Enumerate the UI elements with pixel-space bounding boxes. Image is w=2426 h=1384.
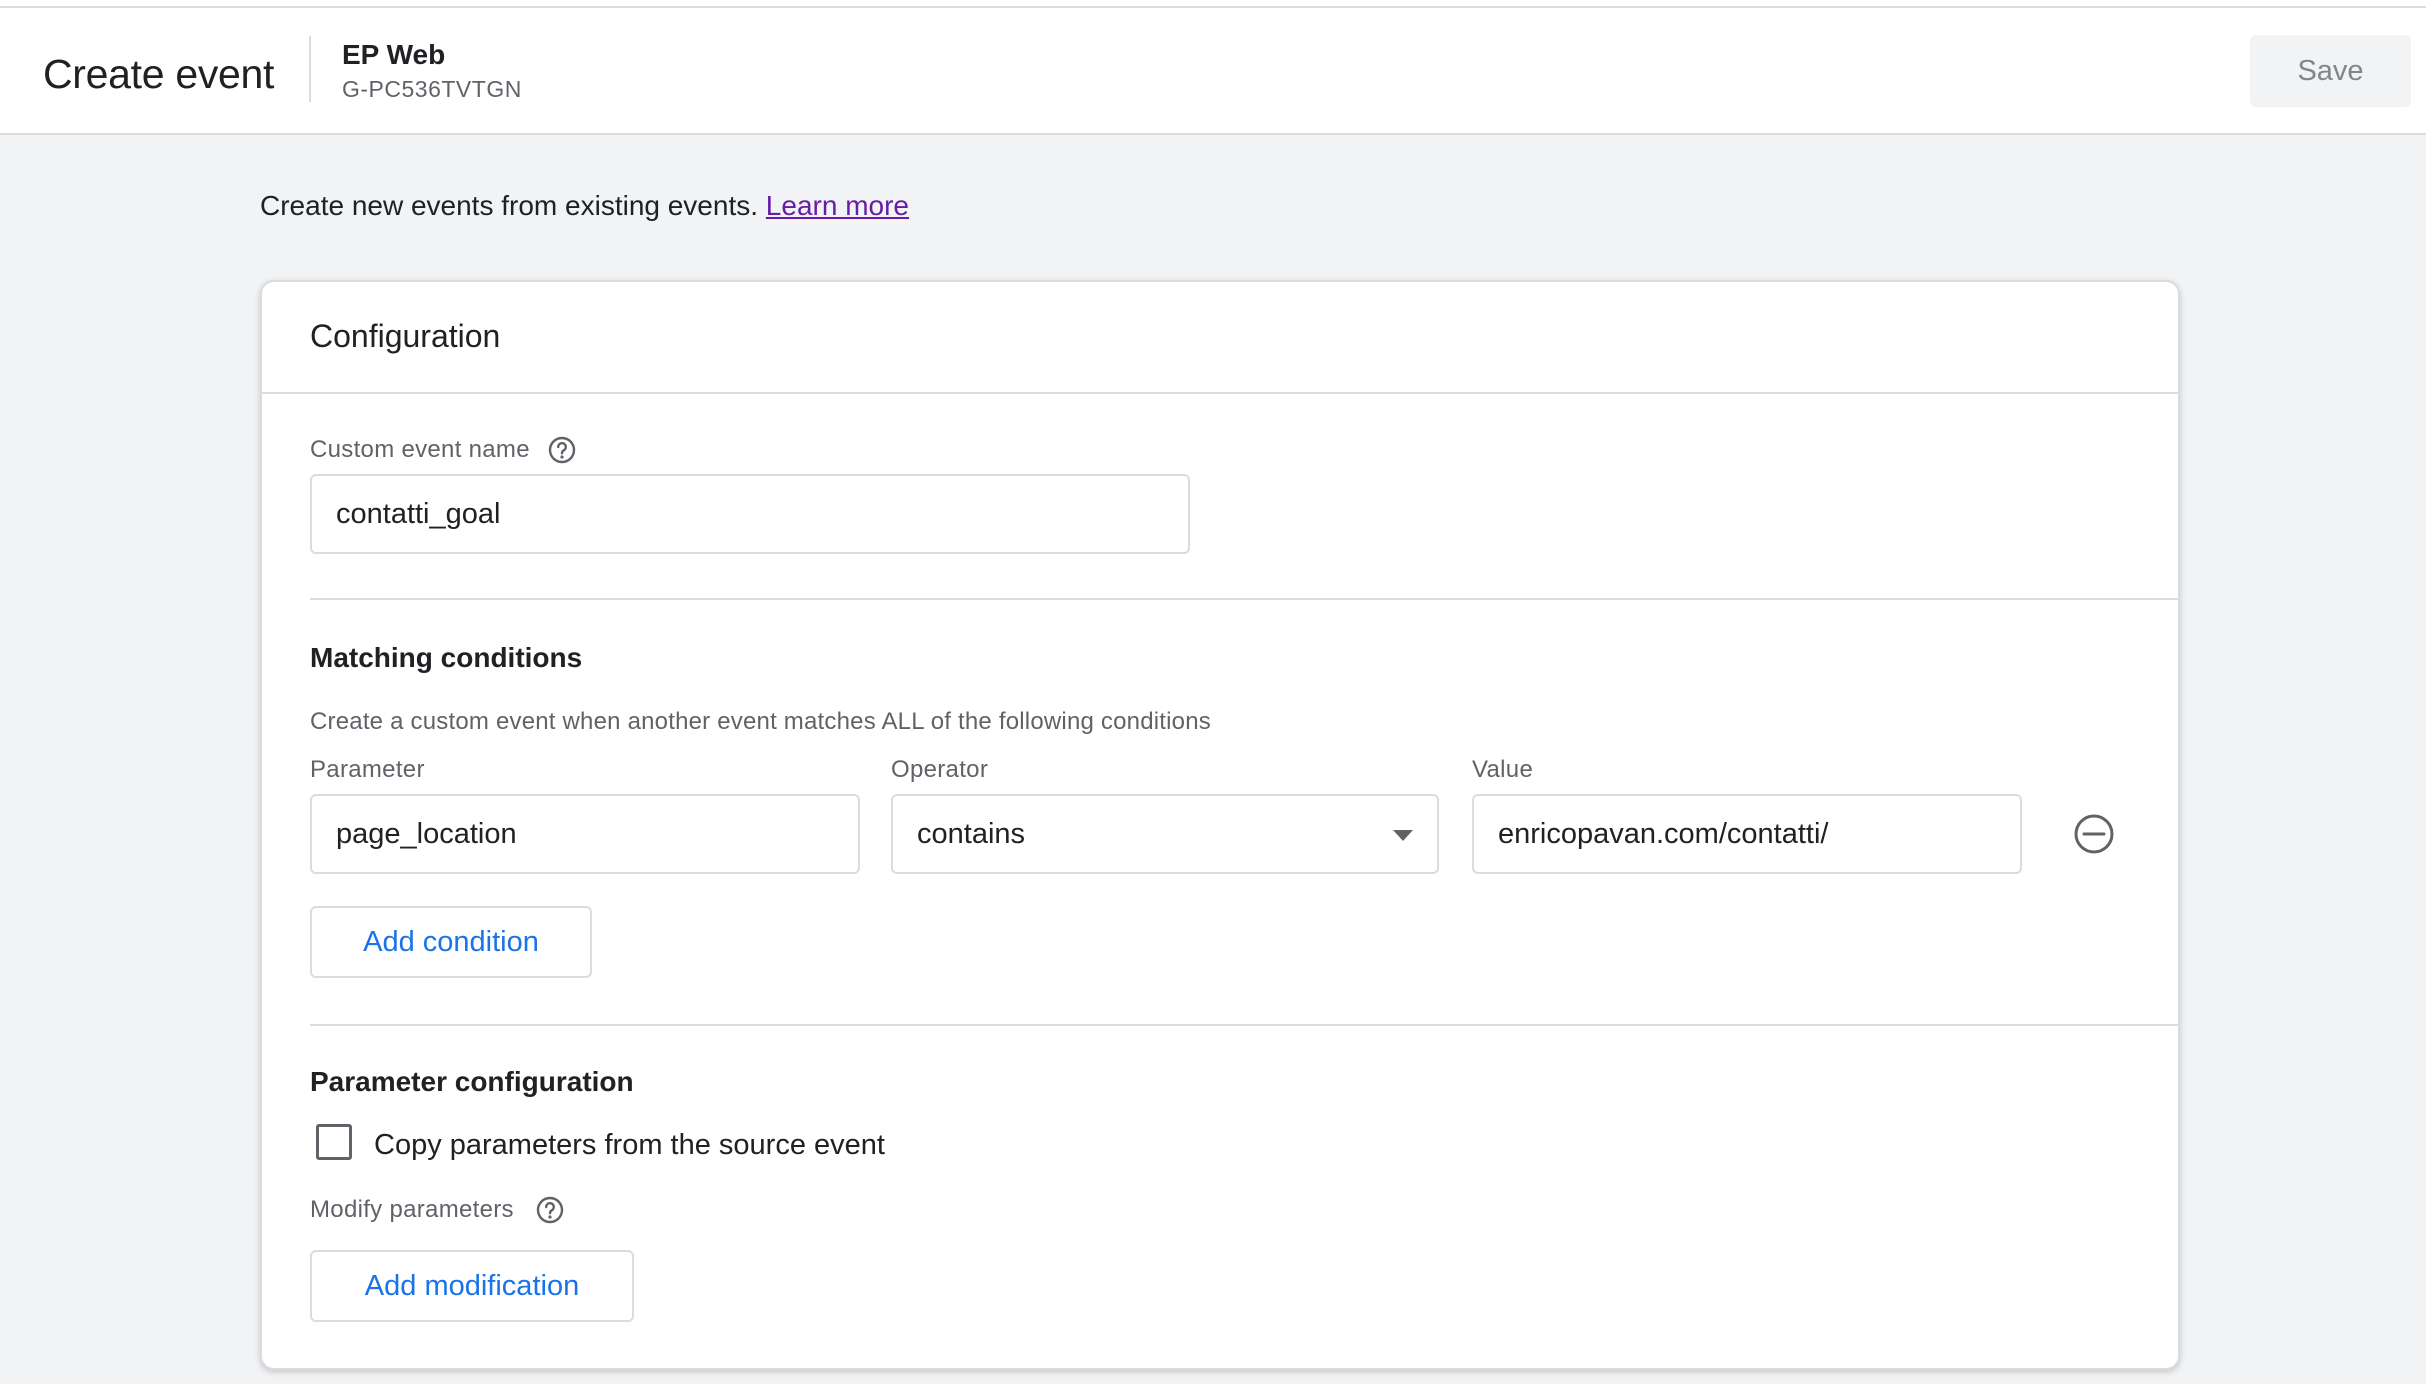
modify-parameters-label: Modify parameters [310,1196,514,1223]
dropdown-caret-icon [1393,830,1413,841]
matching-conditions-title: Matching conditions [310,642,583,673]
copy-parameters-label[interactable]: Copy parameters from the source event [374,1129,885,1162]
parameter-input[interactable] [310,794,860,874]
operator-label: Operator [891,756,989,783]
value-label: Value [1472,756,1534,783]
value-input[interactable] [1472,794,2022,874]
help-circle-icon[interactable] [535,1195,565,1225]
property-name: EP Web [342,39,446,70]
save-button[interactable]: Save [2250,35,2411,107]
configuration-card: Configuration Custom event name Matching… [260,280,2180,1370]
page-header: Create event EP Web G-PC536TVTGN Save [0,8,2426,135]
matching-conditions-description: Create a custom event when another event… [310,708,1211,735]
remove-circle-icon[interactable] [2072,812,2116,856]
operator-select[interactable]: contains [891,794,1439,874]
top-edge [0,0,2426,8]
custom-event-name-input[interactable] [310,474,1190,554]
card-divider [262,392,2178,394]
intro-description: Create new events from existing events. [260,190,759,221]
header-divider [309,36,311,102]
parameter-configuration-title: Parameter configuration [310,1066,634,1097]
value-field[interactable] [1498,817,2020,851]
add-modification-button[interactable]: Add modification [310,1250,634,1322]
intro-text: Create new events from existing events. … [260,190,909,222]
operator-value: contains [917,817,1026,850]
add-condition-button[interactable]: Add condition [310,906,592,978]
help-circle-icon[interactable] [547,435,577,465]
learn-more-link[interactable]: Learn more [766,190,909,221]
section-divider [310,1024,2178,1026]
custom-event-name-label: Custom event name [310,436,530,463]
copy-parameters-checkbox[interactable] [316,1124,352,1160]
parameter-label: Parameter [310,756,425,783]
section-divider [310,598,2178,600]
parameter-field[interactable] [336,817,858,851]
card-title: Configuration [310,318,501,354]
property-id: G-PC536TVTGN [342,76,522,102]
page-title: Create event [43,51,275,97]
custom-event-name-field[interactable] [336,497,1188,531]
